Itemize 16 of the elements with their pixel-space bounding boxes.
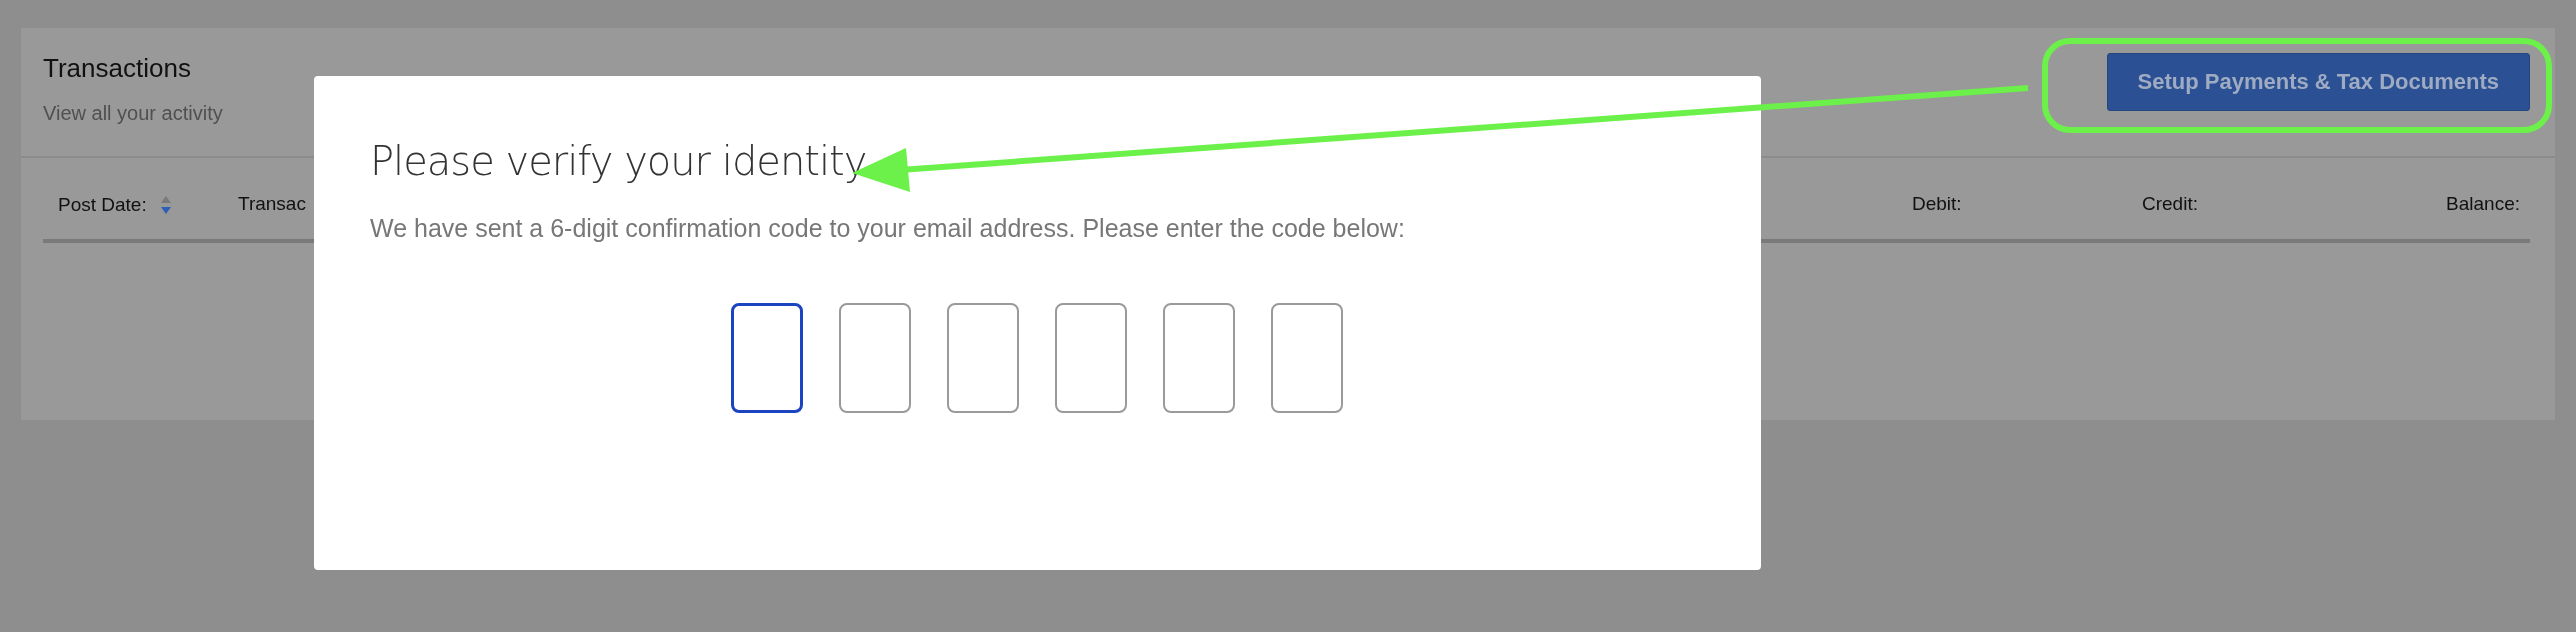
code-digit-field[interactable] bbox=[1271, 303, 1343, 413]
modal-title: Please verify your identity bbox=[370, 138, 868, 184]
code-digit-field[interactable] bbox=[731, 303, 803, 413]
code-digit-field[interactable] bbox=[1163, 303, 1235, 413]
code-digit-field[interactable] bbox=[839, 303, 911, 413]
column-header[interactable]: Balance: bbox=[2446, 193, 2520, 215]
code-digit-field[interactable] bbox=[947, 303, 1019, 413]
card-subtitle: View all your activity bbox=[43, 102, 223, 125]
code-digit-field[interactable] bbox=[1055, 303, 1127, 413]
column-header[interactable]: Credit: bbox=[2142, 193, 2198, 215]
column-header[interactable]: Transac bbox=[238, 193, 306, 215]
modal-message: We have sent a 6-digit confirmation code to your email address. Please enter the code below: bbox=[370, 214, 1406, 243]
column-header[interactable]: Debit: bbox=[1912, 193, 1962, 215]
card-title: Transactions bbox=[43, 53, 192, 84]
column-header[interactable]: Post Date: bbox=[58, 194, 147, 216]
setup-button[interactable]: Setup Payments & Tax Documents bbox=[2106, 53, 2530, 111]
